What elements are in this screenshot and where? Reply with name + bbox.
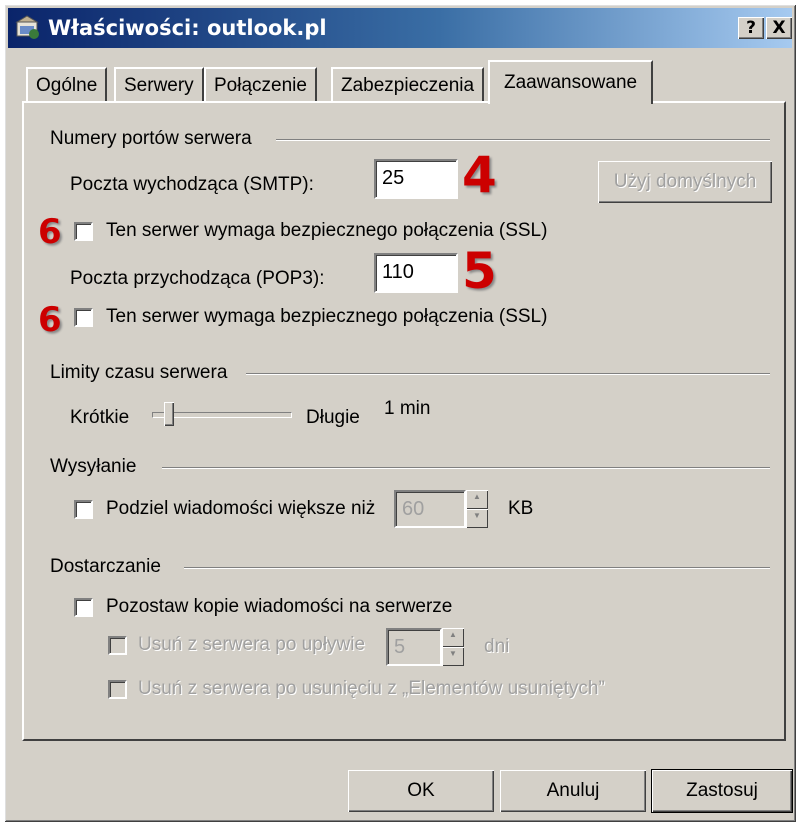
- annotation-6-pop3-ssl: 6: [38, 300, 62, 340]
- long-label: Długie: [306, 407, 360, 428]
- timeouts-group-label: Limity czasu serwera: [50, 362, 228, 383]
- sending-separator: [162, 467, 770, 469]
- smtp-ssl-checkbox[interactable]: [74, 222, 93, 241]
- help-button[interactable]: ?: [738, 17, 764, 39]
- ports-separator: [276, 139, 770, 141]
- leave-copy-label: Pozostaw kopie wiadomości na serwerze: [106, 596, 453, 617]
- spin-up-icon[interactable]: ▲: [466, 490, 488, 509]
- ports-group-label: Numery portów serwera: [50, 128, 252, 149]
- remove-after-checkbox[interactable]: [108, 636, 127, 655]
- annotation-5: 5: [462, 242, 497, 300]
- remove-after-spinner[interactable]: ▲ ▼: [442, 628, 464, 666]
- pop3-port-input[interactable]: 110: [374, 253, 458, 293]
- spin-down-icon[interactable]: ▼: [466, 509, 488, 528]
- spin-up-icon[interactable]: ▲: [442, 628, 464, 647]
- remove-after-label: Usuń z serwera po upływie: [138, 634, 366, 655]
- annotation-6-smtp-ssl: 6: [38, 212, 62, 252]
- smtp-port-input[interactable]: 25: [374, 159, 458, 199]
- timeouts-separator: [246, 373, 770, 375]
- delivery-group-label: Dostarczanie: [50, 556, 161, 577]
- remove-deleted-label: Usuń z serwera po usunięciu z „Elementów…: [138, 678, 605, 699]
- sending-group-label: Wysyłanie: [50, 456, 137, 477]
- pop3-label: Poczta przychodząca (POP3):: [70, 268, 325, 289]
- window-title: Właściwości: outlook.pl: [48, 16, 327, 40]
- remove-after-days-input[interactable]: 5: [386, 628, 442, 666]
- smtp-label: Poczta wychodząca (SMTP):: [70, 174, 314, 195]
- short-label: Krótkie: [70, 407, 130, 428]
- delivery-separator: [184, 567, 770, 569]
- close-button[interactable]: X: [766, 17, 792, 39]
- timeout-value: 1 min: [384, 398, 431, 419]
- days-unit: dni: [484, 636, 510, 657]
- spin-down-icon[interactable]: ▼: [442, 647, 464, 666]
- kb-unit: KB: [508, 498, 534, 519]
- leave-copy-checkbox[interactable]: [74, 598, 93, 617]
- account-icon: [15, 15, 39, 39]
- use-defaults-button[interactable]: Użyj domyślnych: [598, 161, 772, 203]
- tab-general[interactable]: Ogólne: [26, 67, 108, 101]
- title-bar[interactable]: Właściwości: outlook.pl ? X: [8, 8, 792, 48]
- split-size-spinner[interactable]: ▲ ▼: [466, 490, 488, 528]
- tab-connection[interactable]: Połączenie: [204, 67, 317, 101]
- remove-deleted-checkbox[interactable]: [108, 680, 127, 699]
- apply-button[interactable]: Zastosuj: [651, 769, 793, 813]
- tab-security[interactable]: Zabezpieczenia: [331, 67, 485, 101]
- tab-servers[interactable]: Serwery: [114, 67, 204, 101]
- tab-advanced[interactable]: Zaawansowane: [488, 60, 654, 104]
- annotation-4: 4: [462, 146, 497, 204]
- smtp-ssl-label: Ten serwer wymaga bezpiecznego połączeni…: [106, 220, 548, 241]
- timeout-slider-thumb[interactable]: [164, 402, 174, 426]
- split-messages-checkbox[interactable]: [74, 500, 93, 519]
- properties-dialog: Właściwości: outlook.pl ? X Ogólne Serwe…: [4, 4, 796, 822]
- cancel-button[interactable]: Anuluj: [500, 770, 646, 812]
- pop3-ssl-checkbox[interactable]: [74, 308, 93, 327]
- split-size-input[interactable]: 60: [394, 490, 466, 528]
- split-messages-label: Podziel wiadomości większe niż: [106, 498, 376, 519]
- pop3-ssl-label: Ten serwer wymaga bezpiecznego połączeni…: [106, 306, 548, 327]
- ok-button[interactable]: OK: [348, 770, 494, 812]
